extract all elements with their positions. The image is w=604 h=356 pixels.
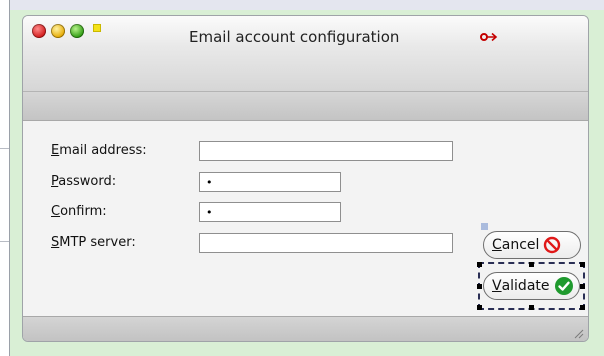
password-field[interactable]: • [199,172,341,192]
window-title: Email account configuration [189,28,400,46]
checkmark-icon [554,277,573,295]
cancel-button[interactable]: Cancel [483,231,581,259]
confirm-value: • [206,206,213,219]
cancel-label: ancel [501,237,540,253]
selection-handle [477,305,482,310]
confirm-password-field[interactable]: • [199,202,341,222]
email-label-accelerator: E [51,143,60,158]
email-label: Email address: [51,143,147,158]
password-label: Password: [51,174,116,189]
minimize-window-button[interactable] [51,24,65,38]
selection-handle [580,284,585,289]
panel-line [0,148,9,149]
email-label-text: mail address: [59,143,147,158]
smtp-label-text: MTP server: [59,235,136,250]
panel-line [0,241,9,242]
confirm-label-text: onfirm: [60,204,107,219]
smtp-label: SMTP server: [51,235,136,250]
toolbar [23,91,588,121]
password-label-text: assword: [58,174,117,189]
close-window-button[interactable] [32,24,46,38]
config-dialog: Email account configuration Email addres… [22,15,589,342]
zoom-window-button[interactable] [70,24,84,38]
confirm-label: Confirm: [51,204,107,219]
selection-handle [529,305,534,310]
smtp-server-field[interactable] [199,233,453,253]
desktop-top-strip [0,0,604,10]
confirm-label-accelerator: C [51,204,61,219]
resize-grip-icon[interactable] [572,327,584,339]
password-value: • [206,176,213,189]
validate-accelerator: V [492,278,502,294]
background-panel [0,0,10,356]
selection-handle [529,262,534,267]
selection-handle [477,284,482,289]
cancel-icon [544,236,561,254]
validate-button[interactable]: Validate [483,272,580,300]
status-bar [23,316,588,341]
title-bar[interactable]: Email account configuration [23,16,588,91]
cancel-accelerator: C [492,237,502,253]
email-field[interactable] [199,141,453,161]
window-controls [32,24,101,38]
validate-label: alidate [501,278,550,294]
selection-handle [580,262,585,267]
selection-handle [580,305,585,310]
selection-handle [477,262,482,267]
resize-handle-square [481,223,488,230]
exit-icon[interactable] [479,30,499,44]
toolbar-toggle-button[interactable] [93,24,101,32]
